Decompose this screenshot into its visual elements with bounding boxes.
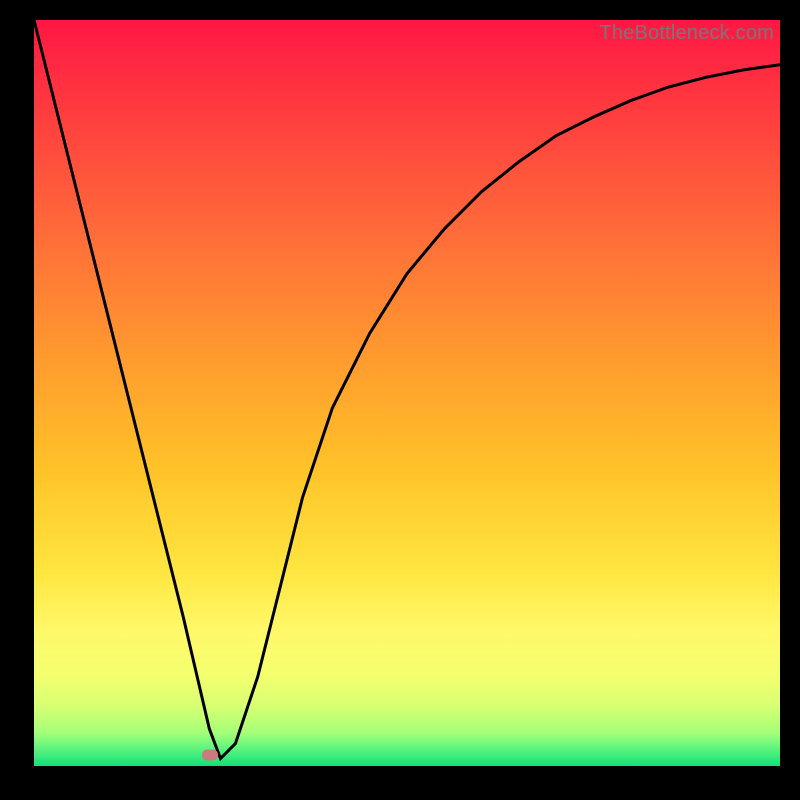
optimal-marker bbox=[202, 749, 218, 760]
chart-frame: TheBottleneck.com bbox=[20, 20, 780, 780]
bottleneck-curve bbox=[34, 20, 780, 766]
plot-area: TheBottleneck.com bbox=[34, 20, 780, 766]
